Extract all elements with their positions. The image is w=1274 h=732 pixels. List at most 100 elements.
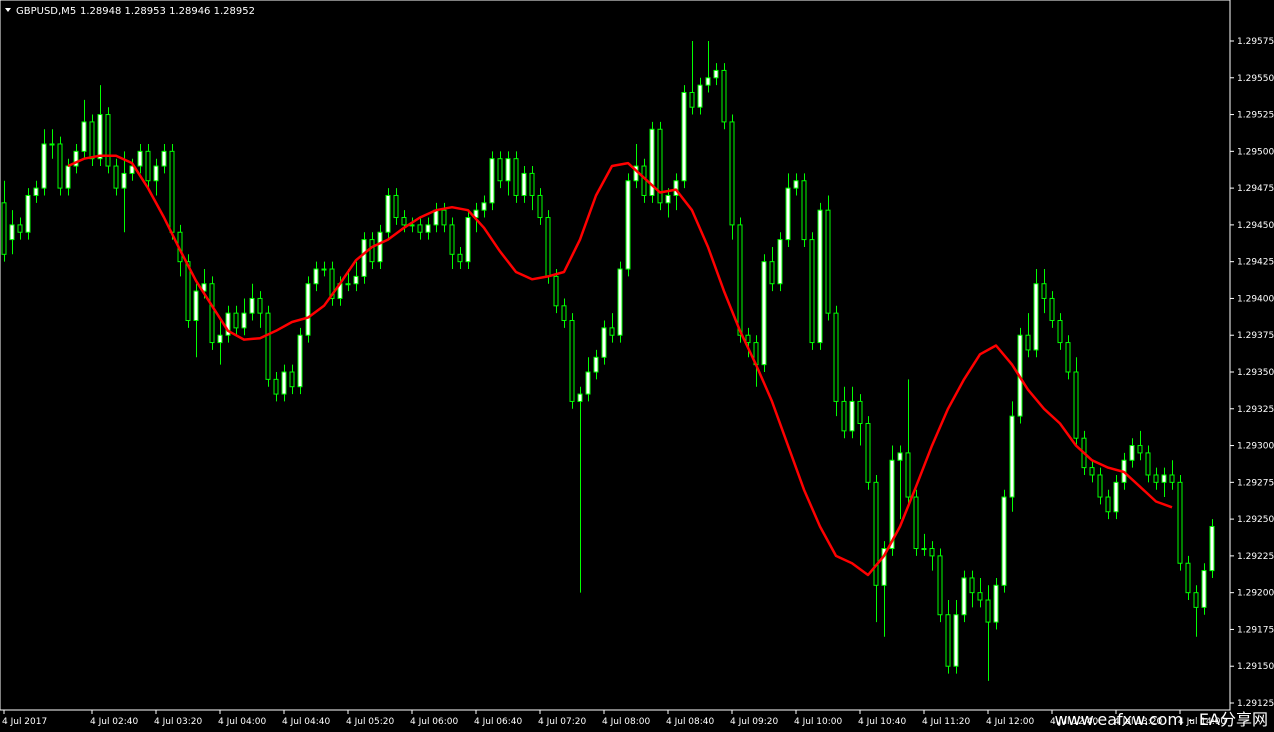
candle-body-bear [1049, 297, 1055, 322]
candle-body-bull [249, 297, 255, 314]
time-tick-label: 4 Jul 12:00 [986, 717, 1035, 727]
candle-body-bear [745, 334, 751, 344]
time-tick-label: 4 Jul 08:40 [666, 717, 715, 727]
candle [1001, 489, 1007, 593]
candle-body-bull [593, 356, 599, 373]
candle-body-bear [57, 143, 63, 189]
candle-body-bull [961, 577, 967, 616]
candle-body-bear [513, 158, 519, 196]
candle-body-bull [681, 91, 687, 182]
candle-body-bull [97, 114, 103, 160]
candle-body-bull [321, 268, 327, 271]
candle-body-bull [345, 283, 351, 286]
time-tick-label: 4 Jul 04:00 [218, 717, 267, 727]
time-tick-label: 4 Jul 06:00 [410, 717, 459, 727]
candle-body-bear [545, 217, 551, 277]
price-tick-label: 1.29400 [1237, 294, 1274, 304]
candle-body-bear [561, 305, 567, 322]
candle [105, 107, 111, 174]
candle-body-bear [1193, 592, 1199, 608]
candle [305, 276, 311, 343]
candle-body-bull [297, 334, 303, 388]
candle-body-bear [449, 224, 455, 255]
candle-body-bull [1033, 283, 1039, 351]
price-tick-label: 1.29375 [1237, 331, 1274, 341]
time-tick-label: 4 Jul 03:20 [154, 717, 203, 727]
candle-body-bear [1097, 474, 1103, 498]
candle-body-bear [1137, 445, 1143, 454]
candle-body-bull [425, 224, 431, 233]
candle-body-bull [921, 548, 927, 551]
candle [617, 261, 623, 343]
candle-body-bear [1169, 474, 1175, 483]
candle-body-bear [905, 452, 911, 498]
candle [513, 151, 519, 203]
candle-body-bull [625, 180, 631, 270]
candle-body-bull [49, 143, 55, 146]
price-tick-label: 1.29450 [1237, 221, 1274, 231]
candle [937, 548, 943, 623]
price-tick-label: 1.29300 [1237, 442, 1274, 452]
candle-body-bear [497, 158, 503, 182]
candle-body-bull [1129, 445, 1135, 461]
price-tick-label: 1.29550 [1237, 74, 1274, 84]
candle [817, 202, 823, 350]
candle-body-bear [145, 150, 151, 182]
candle [265, 305, 271, 387]
candle-body-bear [441, 209, 447, 226]
candle-body-bull [889, 459, 895, 550]
candle-body-bear [265, 312, 271, 380]
candle-body-bull [305, 283, 311, 336]
candle-body-bull [81, 121, 87, 152]
candle-body-bull [33, 187, 39, 196]
candle-body-bear [1, 202, 7, 255]
candle-body-bear [873, 481, 879, 586]
candle-body-bull [577, 393, 583, 402]
candle-body-bull [705, 77, 711, 86]
time-tick-label: 4 Jul 04:40 [282, 717, 331, 727]
candle-body-bear [113, 165, 119, 189]
candle-body-bear [289, 371, 295, 388]
candle [465, 210, 471, 270]
candle-body-bull [137, 150, 143, 167]
candle-body-bull [785, 187, 791, 241]
candle-body-bull [25, 194, 31, 233]
candle-body-bear [393, 194, 399, 219]
candle-body-bear [553, 275, 559, 307]
candle [625, 173, 631, 277]
candle-body-bull [601, 327, 607, 358]
candle [169, 143, 175, 240]
candle [1209, 519, 1215, 578]
candle-body-bull [361, 239, 367, 277]
candle-body-bear [569, 320, 575, 402]
candle-body-bear [865, 422, 871, 483]
candle-body-bull [217, 334, 223, 344]
candle-body-bull [1113, 481, 1119, 513]
price-tick-label: 1.29575 [1237, 37, 1274, 47]
time-tick-label: 4 Jul 2017 [2, 717, 47, 727]
candle [721, 63, 727, 130]
candle [1201, 563, 1207, 615]
price-tick-label: 1.29125 [1237, 699, 1274, 709]
watermark-text: www.eafxw.com - EA分享网 [1054, 710, 1268, 729]
candle-body-bull [481, 202, 487, 211]
candle-body-bear [1153, 474, 1159, 483]
candle [361, 232, 367, 284]
time-tick-label: 4 Jul 07:20 [538, 717, 587, 727]
candle-body-bear [1145, 452, 1151, 476]
candle-body-bull [313, 268, 319, 285]
candle-body-bull [385, 194, 391, 233]
candle-body-bear [105, 114, 111, 167]
candle [489, 151, 495, 211]
candle-body-bull [241, 312, 247, 329]
candle-body-bear [1057, 320, 1063, 344]
candle-body-bear [1089, 467, 1095, 476]
price-tick-label: 1.29175 [1237, 625, 1274, 635]
price-tick-label: 1.29425 [1237, 258, 1274, 268]
candle-body-bull [489, 158, 495, 204]
candle [25, 188, 31, 240]
candle-body-bull [121, 172, 127, 189]
candle [649, 121, 655, 203]
candle [297, 327, 303, 395]
candle-body-bear [417, 224, 423, 233]
